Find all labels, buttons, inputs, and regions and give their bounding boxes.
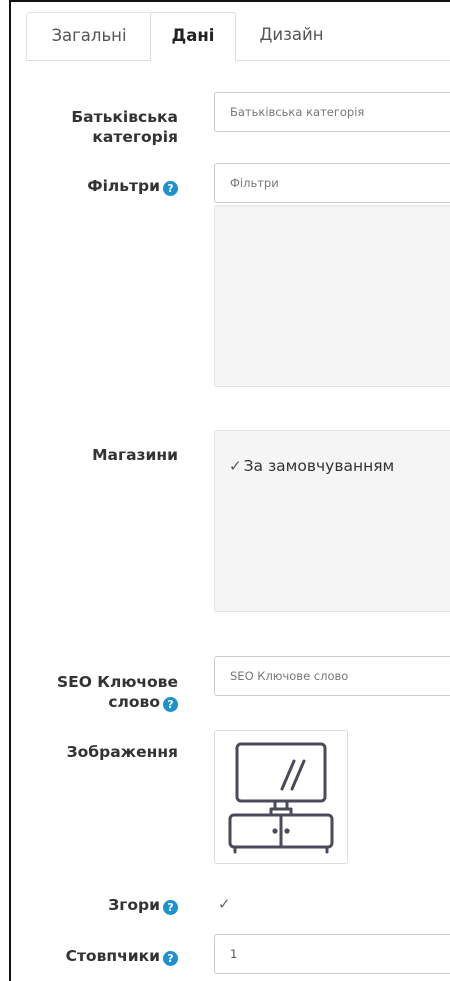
seo-keyword-label-line1: SEO Ключове <box>56 673 178 691</box>
filters-label: Фільтри? <box>87 176 178 196</box>
parent-category-label: Батьківська категорія <box>71 107 178 147</box>
parent-category-label-line2: категорія <box>92 128 178 146</box>
tab-design[interactable]: Дизайн <box>234 12 349 59</box>
parent-category-input[interactable]: Батьківська категорія <box>214 92 450 132</box>
image-label: Зображення <box>66 743 178 761</box>
tab-bar: Загальні Дані Дизайн <box>26 12 450 62</box>
filters-list <box>214 205 450 387</box>
columns-label-text: Стовпчики <box>65 947 160 965</box>
help-icon[interactable]: ? <box>163 951 178 966</box>
seo-keyword-label: SEO Ключове слово? <box>57 672 178 712</box>
seo-keyword-input[interactable]: SEO Ключове слово <box>214 656 450 696</box>
seo-keyword-label-line2: слово <box>108 693 160 711</box>
help-icon[interactable]: ? <box>163 181 178 196</box>
checkbox-checked-icon[interactable]: ✓ <box>229 457 242 475</box>
columns-label: Стовпчики? <box>66 946 178 966</box>
top-label: Згори? <box>108 895 178 915</box>
tv-stand-icon <box>228 742 334 854</box>
top-label-text: Згори <box>108 896 160 914</box>
help-icon[interactable]: ? <box>163 900 178 915</box>
tab-general[interactable]: Загальні <box>26 12 152 60</box>
image-thumbnail[interactable] <box>214 730 348 864</box>
store-default-option[interactable]: ✓ За замовчуванням <box>229 457 394 475</box>
parent-category-label-line1: Батьківська <box>71 108 178 126</box>
stores-label: Магазини <box>92 446 178 464</box>
filters-input[interactable]: Фільтри <box>214 163 450 203</box>
store-default-label: За замовчуванням <box>243 457 395 475</box>
top-checkbox[interactable]: ✓ <box>218 895 231 913</box>
help-icon[interactable]: ? <box>163 697 178 712</box>
columns-input[interactable]: 1 <box>214 934 450 974</box>
tab-data[interactable]: Дані <box>150 12 236 62</box>
filters-label-text: Фільтри <box>87 177 160 195</box>
frame-left-border <box>9 0 11 981</box>
frame-top-border <box>9 0 450 2</box>
